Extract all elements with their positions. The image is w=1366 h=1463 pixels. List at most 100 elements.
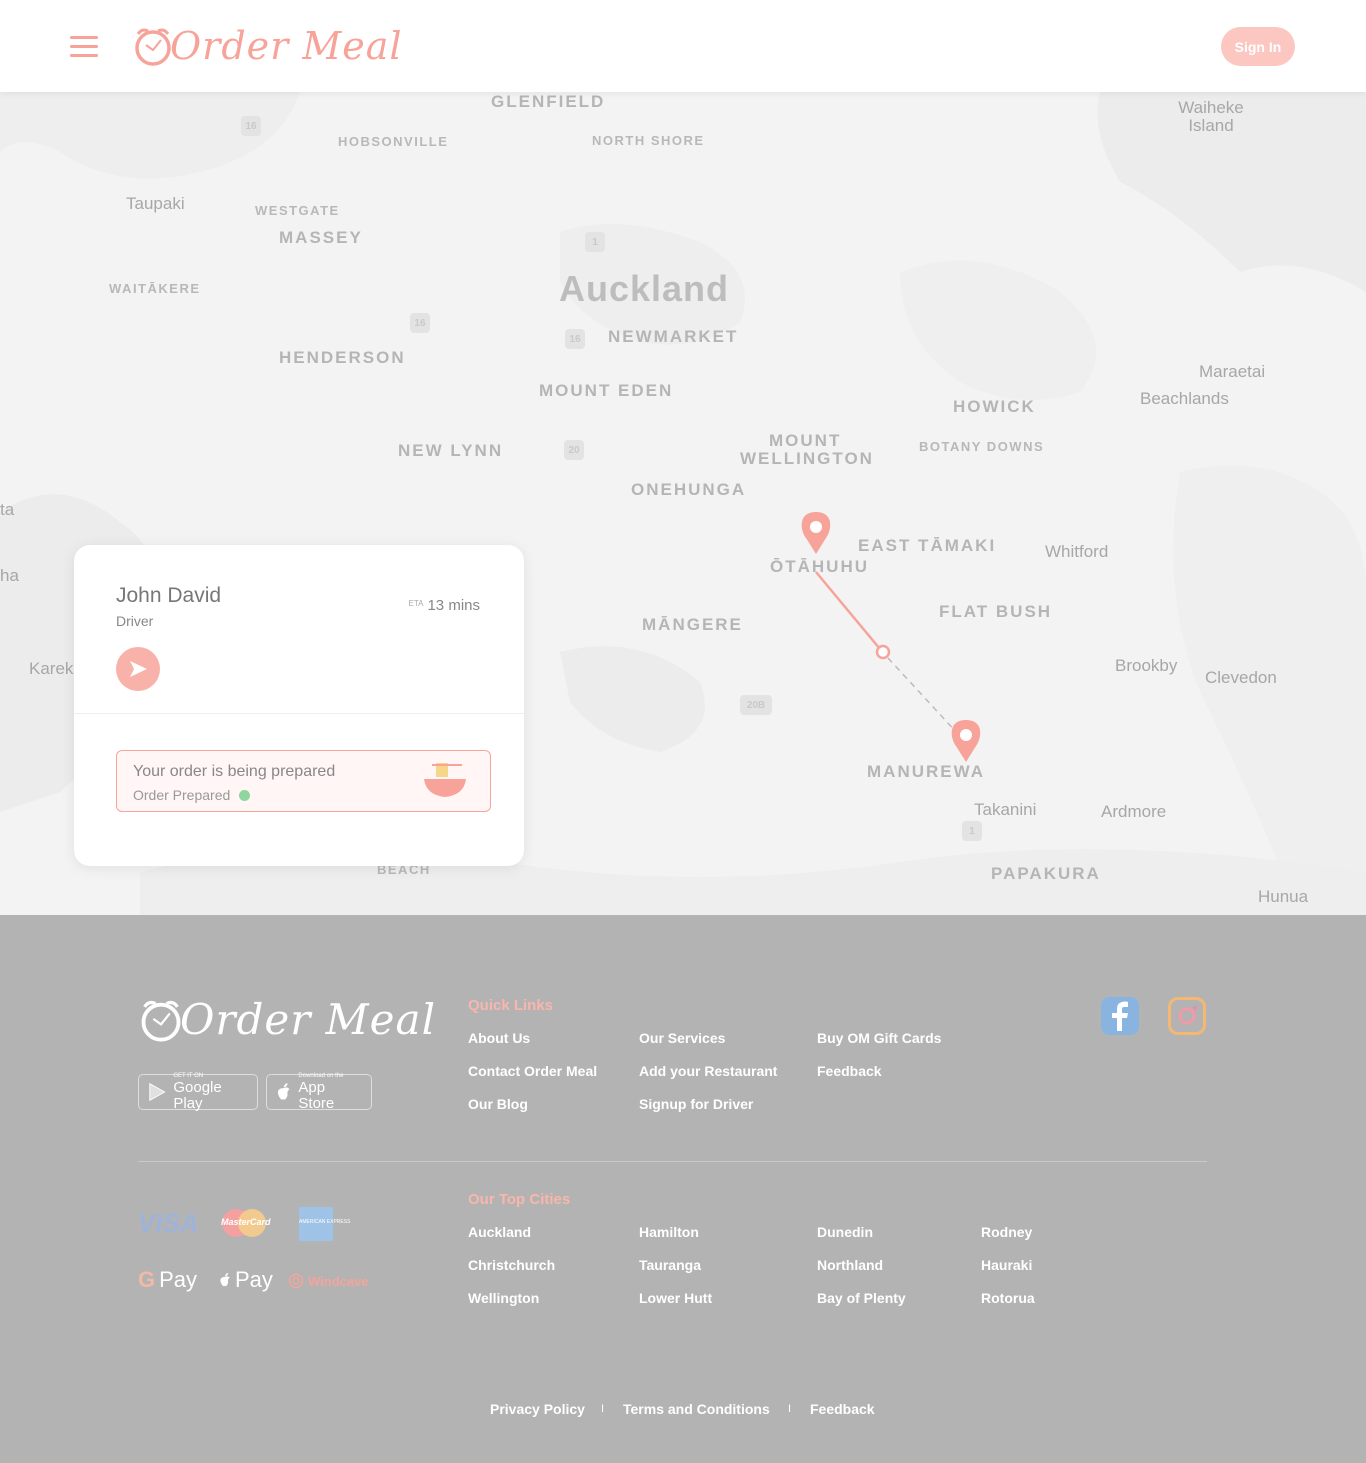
place-label: MASSEY [279, 228, 363, 247]
visa-logo: VISA [138, 1208, 199, 1238]
place-label: Clevedon [1205, 668, 1277, 687]
place-label: ta [0, 500, 15, 519]
windcave-text: Windcave [308, 1273, 369, 1289]
place-label: Brookby [1115, 656, 1178, 675]
feedback-link[interactable]: Feedback [810, 1401, 875, 1417]
city-link[interactable]: Northland [817, 1257, 883, 1273]
footer-link-add-restaurant[interactable]: Add your Restaurant [639, 1063, 777, 1079]
footer-divider [138, 1161, 1207, 1162]
place-label: Hunua [1258, 887, 1309, 906]
driver-role: Driver [116, 613, 154, 629]
place-label: WAITĀKERE [109, 281, 201, 296]
place-label: HOBSONVILLE [338, 134, 449, 149]
status-sub: Order Prepared [133, 787, 251, 803]
facebook-glyph [1112, 1001, 1128, 1031]
separator: I [601, 1403, 605, 1415]
brand-logo[interactable]: Order Meal [132, 24, 403, 68]
apple-icon [220, 1273, 230, 1287]
instagram-icon[interactable] [1168, 997, 1206, 1035]
app-store-button[interactable]: Download on the App Store [266, 1073, 372, 1112]
apple-pay-logo: Pay [218, 1267, 273, 1293]
place-label: MĀNGERE [642, 615, 743, 634]
driver-card: John David Driver ETA 13 mins Your order … [74, 545, 524, 866]
city-link[interactable]: Tauranga [639, 1257, 701, 1273]
eta: ETA 13 mins [409, 597, 481, 614]
brand-name: Order Meal [170, 24, 403, 68]
header: Order Meal Sign In [0, 0, 1366, 92]
footer-link-about[interactable]: About Us [468, 1030, 530, 1046]
place-label: Maraetai [1199, 362, 1266, 381]
privacy-policy-link[interactable]: Privacy Policy [490, 1401, 585, 1417]
menu-icon[interactable] [70, 36, 98, 58]
city-link[interactable]: Rotorua [981, 1290, 1035, 1306]
highway-shield: 20B [740, 695, 772, 715]
place-label: NEW LYNN [398, 441, 504, 460]
google-play-button[interactable]: GET IT ON Google Play [138, 1073, 258, 1111]
place-label: ha [0, 566, 19, 585]
place-label: HOWICK [953, 397, 1036, 416]
mastercard-text: MasterCard [221, 1217, 271, 1227]
sign-in-button[interactable]: Sign In [1221, 27, 1295, 66]
driver-name: John David [116, 584, 222, 607]
city-link[interactable]: Hamilton [639, 1224, 699, 1240]
city-link[interactable]: Auckland [468, 1224, 531, 1240]
city-link[interactable]: Lower Hutt [639, 1290, 712, 1306]
place-label: Ardmore [1101, 802, 1167, 821]
facebook-icon[interactable] [1101, 997, 1139, 1035]
place-label: Auckland [559, 268, 730, 309]
highway-shield: 20 [564, 440, 584, 460]
footer-link-gift-cards[interactable]: Buy OM Gift Cards [817, 1030, 941, 1046]
highway-shield: 16 [241, 116, 261, 136]
place-label: MOUNT [769, 431, 842, 450]
navigate-button[interactable] [116, 647, 160, 691]
place-label: FLAT BUSH [939, 602, 1053, 621]
app-store-big: App Store [298, 1078, 335, 1112]
noodle-bowl-icon [424, 763, 466, 797]
place-label: MOUNT EDEN [539, 381, 674, 400]
mastercard-logo: MasterCard [220, 1208, 271, 1238]
city-link[interactable]: Bay of Plenty [817, 1290, 906, 1306]
highway-shield: 16 [565, 329, 585, 349]
place-label: Whitford [1045, 542, 1109, 561]
google-g-icon: G [138, 1267, 156, 1292]
status-sub-text: Order Prepared [133, 787, 231, 803]
city-link[interactable]: Hauraki [981, 1257, 1032, 1273]
place-label: WESTGATE [255, 203, 340, 218]
order-status-box: Your order is being prepared Order Prepa… [116, 750, 491, 812]
footer-logo[interactable]: Order Meal [138, 995, 436, 1044]
highway-shield: 16 [410, 313, 430, 333]
city-link[interactable]: Dunedin [817, 1224, 873, 1240]
footer-link-feedback[interactable]: Feedback [817, 1063, 882, 1079]
google-play-icon [149, 1082, 166, 1102]
divider [74, 713, 524, 714]
footer-link-driver-signup[interactable]: Signup for Driver [639, 1096, 753, 1112]
footer-link-blog[interactable]: Our Blog [468, 1096, 528, 1112]
footer-link-services[interactable]: Our Services [639, 1030, 725, 1046]
top-cities-heading: Our Top Cities [468, 1191, 571, 1208]
eta-value: 13 mins [427, 597, 480, 614]
alarm-clock-icon [141, 1000, 181, 1042]
google-pay-text: Pay [159, 1267, 198, 1292]
status-title: Your order is being prepared [133, 763, 336, 780]
windcave-logo: Windcave [288, 1273, 369, 1289]
place-label: Karek [29, 659, 74, 678]
place-label: Beachlands [1140, 389, 1229, 408]
check-icon [239, 789, 251, 801]
place-label: HENDERSON [279, 348, 406, 367]
send-icon [130, 661, 147, 677]
highway-shield: 1 [962, 821, 982, 841]
city-link[interactable]: Rodney [981, 1224, 1032, 1240]
city-link[interactable]: Christchurch [468, 1257, 555, 1273]
highway-shield: 1 [585, 232, 605, 252]
footer-brand-name: Order Meal [180, 995, 437, 1044]
place-label: WELLINGTON [740, 449, 874, 468]
google-pay-logo: G Pay [138, 1267, 197, 1293]
footer: Order Meal GET IT ON Google Play Download… [0, 915, 1366, 1463]
place-label: ŌTĀHUHU [770, 557, 869, 576]
footer-link-contact[interactable]: Contact Order Meal [468, 1063, 597, 1079]
city-link[interactable]: Wellington [468, 1290, 539, 1306]
terms-link[interactable]: Terms and Conditions [623, 1401, 770, 1417]
apple-pay-text: Pay [235, 1267, 273, 1292]
place-label: EAST TĀMAKI [858, 536, 997, 555]
amex-logo: AMERICAN EXPRESS [299, 1207, 350, 1241]
